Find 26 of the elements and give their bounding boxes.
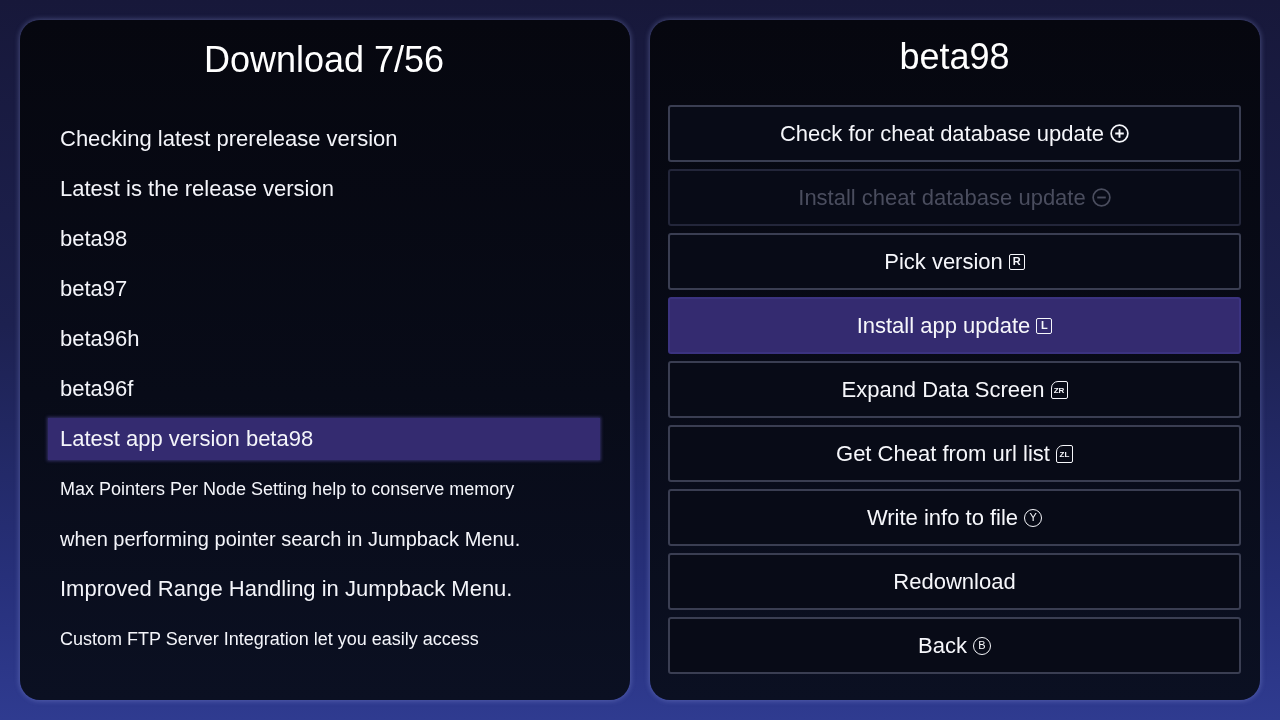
log-line[interactable]: Custom FTP Server Integration let you easily access — [48, 618, 600, 660]
log-line[interactable]: Latest is the release version — [48, 168, 600, 210]
menu-button[interactable]: Back B — [668, 617, 1241, 674]
panel-title: beta98 — [899, 37, 1010, 77]
menu-button[interactable]: Redownload — [668, 553, 1241, 610]
log-line[interactable]: Checking latest prerelease version — [48, 118, 600, 160]
trigger-key-icon: ZL — [1055, 444, 1073, 463]
panel-title: Download 7/56 — [203, 40, 445, 80]
log-line[interactable]: beta96f — [48, 368, 600, 410]
menu-button[interactable]: Get Cheat from url list ZL — [668, 425, 1241, 482]
menu-button[interactable]: Install app update L — [668, 297, 1241, 354]
square-key-icon: L — [1036, 317, 1053, 334]
log-line[interactable]: beta97 — [48, 268, 600, 310]
menu-button[interactable]: Pick version R — [668, 233, 1241, 290]
trigger-key-icon: ZR — [1050, 380, 1068, 399]
menu-button[interactable]: Write info to file Y — [668, 489, 1241, 546]
log-line[interactable]: beta98 — [48, 218, 600, 260]
square-key-icon: R — [1008, 253, 1025, 270]
log-line[interactable]: when performing pointer search in Jumpback Menu. — [48, 518, 600, 560]
log-line[interactable]: Improved Range Handling in Jumpback Menu. — [48, 568, 600, 610]
log-line[interactable]: Max Pointers Per Node Setting help to conserve memory — [48, 468, 600, 510]
menu-button[interactable]: Expand Data Screen ZR — [668, 361, 1241, 418]
circle-minus-icon — [1091, 188, 1111, 207]
log-line[interactable]: beta96h — [48, 318, 600, 360]
circle-plus-icon — [1110, 124, 1130, 143]
menu-button[interactable]: Check for cheat database update — [668, 105, 1241, 162]
